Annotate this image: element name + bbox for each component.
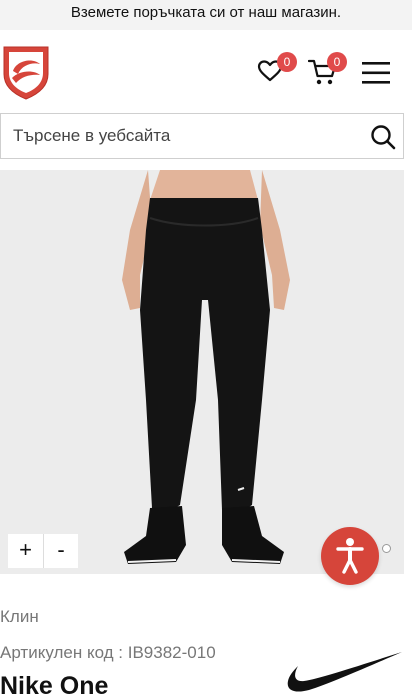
cart-button[interactable]: 0 [307,52,347,88]
zoom-out-button[interactable]: - [43,534,78,568]
cart-count-badge: 0 [327,52,347,72]
nike-swoosh-logo[interactable] [284,646,404,698]
hamburger-menu-icon[interactable] [360,60,392,86]
promo-bar: Вземете поръчката си от наш магазин. [0,0,412,30]
product-title: Nike One [0,672,109,700]
product-sku: Артикулен код : IB9382-010 [0,643,216,662]
store-logo[interactable] [0,44,52,100]
product-category: Клин [0,607,39,626]
zoom-in-button[interactable]: + [8,534,43,568]
product-gallery [0,170,404,574]
promo-text: Вземете поръчката си от наш магазин. [70,4,342,21]
site-header: 0 0 [0,36,412,106]
accessibility-button[interactable] [321,527,379,585]
product-image[interactable] [0,170,404,574]
gallery-slide-dot[interactable] [382,544,391,553]
accessibility-icon [336,538,364,574]
wishlist-count-badge: 0 [277,52,297,72]
search-bar [0,113,404,159]
search-input[interactable] [1,114,361,158]
zoom-controls: + - [8,534,78,568]
search-icon[interactable] [369,123,397,151]
wishlist-button[interactable]: 0 [257,52,297,88]
